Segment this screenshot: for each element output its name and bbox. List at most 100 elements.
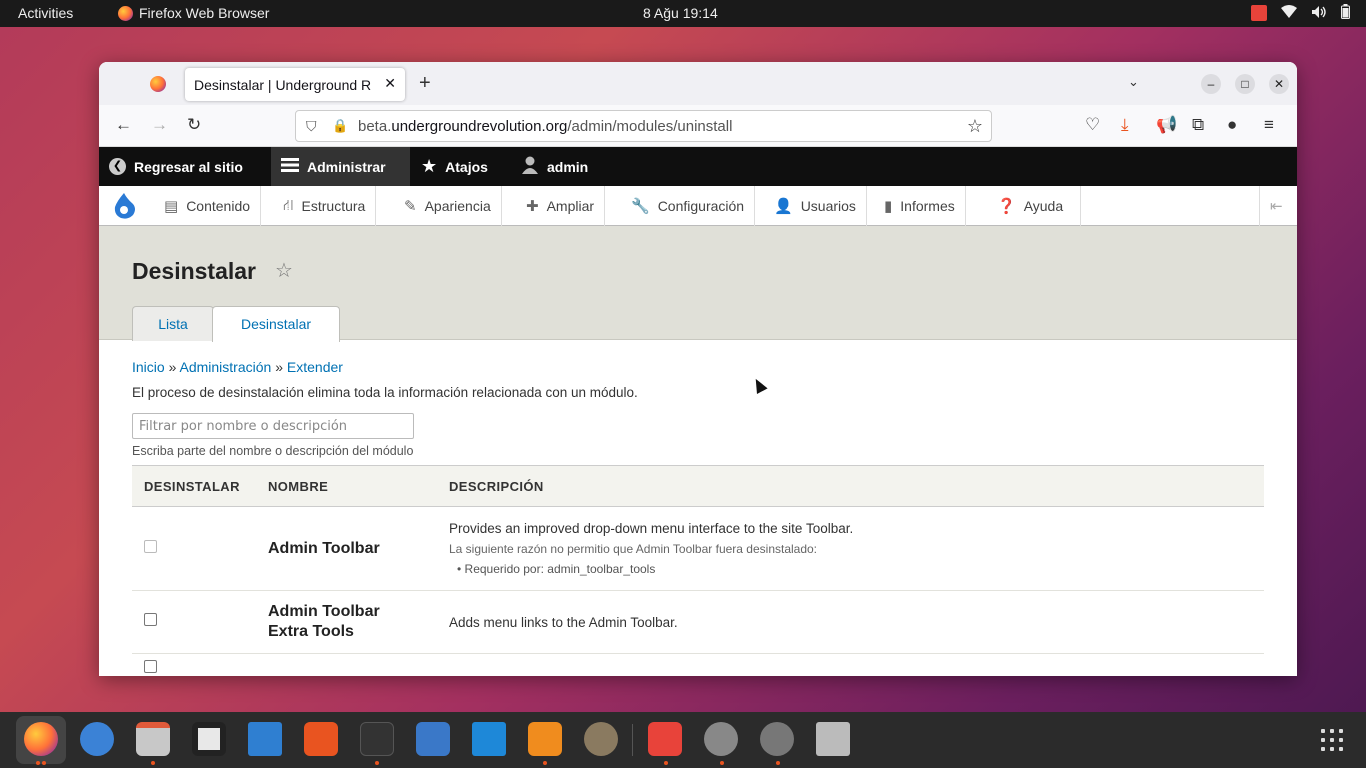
extensions-icon[interactable]: ⧉ — [1192, 115, 1204, 135]
system-tray[interactable] — [1251, 4, 1350, 22]
table-row: Admin Toolbar Extra Tools Adds menu link… — [132, 590, 1264, 654]
star-icon: ★ — [421, 156, 438, 176]
page-title: Desinstalar — [132, 258, 257, 284]
close-tab-icon[interactable]: ✕ — [384, 75, 396, 92]
add-shortcut-star-icon[interactable]: ☆ — [275, 258, 293, 283]
gimp-dock-icon[interactable] — [584, 722, 618, 756]
terminal-dock-icon[interactable] — [360, 722, 394, 756]
menu-extend[interactable]: ✚ Ampliar — [516, 186, 606, 226]
shortcuts-tab[interactable]: ★ Atajos — [411, 147, 498, 186]
vscode-dock-icon[interactable] — [472, 722, 506, 756]
breadcrumb-extend[interactable]: Extender — [287, 359, 343, 375]
activities-button[interactable]: Activities — [18, 5, 73, 21]
tab-bar: Desinstalar | Underground R ✕ + ⌄ – □ ✕ — [99, 62, 1297, 105]
menu-configuration[interactable]: 🔧 Configuración — [621, 186, 756, 226]
forward-arrow-icon[interactable]: → — [151, 115, 168, 135]
manage-tab[interactable]: Administrar — [271, 147, 410, 186]
back-arrow-icon[interactable]: ← — [115, 115, 132, 135]
anydesk-dock-icon[interactable] — [648, 722, 682, 756]
trash-dock-icon[interactable] — [816, 722, 850, 756]
menu-content-label: Contenido — [186, 198, 251, 214]
module-description: Provides an improved drop-down menu inte… — [449, 521, 854, 536]
running-indicator — [42, 761, 46, 765]
show-applications-icon[interactable] — [1321, 729, 1343, 751]
drupal-logo[interactable] — [99, 186, 151, 226]
tab-desinstalar[interactable]: Desinstalar | Underground R ✕ — [185, 68, 405, 101]
firefox-view-icon[interactable] — [150, 76, 166, 92]
bookmark-star-icon[interactable]: ☆ — [967, 116, 983, 137]
running-indicator — [36, 761, 40, 765]
menu-structure[interactable]: ⛙ Estructura — [273, 186, 377, 226]
reload-icon[interactable]: ↻ — [187, 115, 201, 135]
admin-menu-tray: ▤ Contenido ⛙ Estructura ✎ Apariencia ✚ Ampl… — [99, 186, 1297, 226]
running-indicator — [543, 761, 547, 765]
software-updater-dock-icon[interactable] — [760, 722, 794, 756]
menu-configuration-label: Configuración — [657, 198, 745, 214]
system-monitor-dock-icon[interactable] — [416, 722, 450, 756]
module-name-line1: Admin Toolbar — [268, 603, 380, 620]
table-row — [132, 653, 1264, 676]
minimize-button[interactable]: – — [1201, 74, 1221, 94]
menu-structure-label: Estructura — [301, 198, 366, 214]
url-bar[interactable]: ⛉ 🔒 beta.undergroundrevolution.org/admin… — [295, 110, 992, 142]
uninstall-checkbox[interactable] — [144, 659, 157, 673]
running-indicator — [720, 761, 724, 765]
menu-help-label: Ayuda — [1023, 198, 1064, 214]
settings-dock-icon[interactable] — [704, 722, 738, 756]
page-header: Desinstalar ☆ Lista Desinstalar — [99, 226, 1297, 342]
shield-icon[interactable]: ⛉ — [306, 118, 317, 135]
maximize-button[interactable]: □ — [1235, 74, 1255, 94]
menu-help[interactable]: ❓ Ayuda — [987, 186, 1081, 226]
thunderbird-dock-icon[interactable] — [80, 722, 114, 756]
manage-label: Administrar — [307, 158, 386, 175]
document-icon: ▤ — [164, 198, 179, 215]
firefox-dock-icon[interactable] — [24, 722, 58, 756]
menu-icon[interactable]: ≡ — [1264, 115, 1274, 135]
anydesk-tray-icon[interactable] — [1251, 5, 1267, 21]
new-tab-button[interactable]: + — [419, 72, 431, 95]
running-indicator — [375, 761, 379, 765]
back-to-site-label: Regresar al sitio — [134, 158, 243, 175]
menu-reports[interactable]: ▮ Informes — [874, 186, 966, 226]
drupal-toolbar: ❮ Regresar al sitio Administrar ★ Atajos… — [99, 147, 1297, 186]
wrench-icon: 🔧 — [631, 198, 650, 215]
list-all-tabs-icon[interactable]: ⌄ — [1128, 74, 1139, 90]
collapse-icon: ⇤ — [1270, 198, 1283, 215]
filter-input[interactable] — [132, 413, 414, 439]
header-uninstall: DESINSTALAR — [132, 465, 256, 507]
tab-uninstall[interactable]: Desinstalar — [212, 306, 340, 342]
clock[interactable]: 8 Ağu 19:14 — [643, 5, 718, 21]
name-cell: Admin Toolbar Extra Tools — [256, 590, 437, 654]
account-icon[interactable]: ● — [1227, 115, 1237, 135]
breadcrumb-administration[interactable]: Administración — [180, 359, 272, 375]
battery-icon — [1341, 4, 1350, 22]
uninstall-checkbox[interactable] — [144, 539, 157, 553]
libreoffice-writer-dock-icon[interactable] — [248, 722, 282, 756]
sublime-text-dock-icon[interactable] — [528, 722, 562, 756]
uninstall-checkbox[interactable] — [144, 613, 157, 626]
lock-icon[interactable]: 🔒 — [332, 118, 348, 134]
breadcrumb-home[interactable]: Inicio — [132, 359, 165, 375]
breadcrumb-separator: » — [168, 359, 177, 375]
files-dock-icon[interactable] — [136, 722, 170, 756]
shortcuts-label: Atajos — [445, 158, 488, 175]
pocket-icon[interactable]: ♡ — [1085, 115, 1100, 135]
menu-people[interactable]: 👤 Usuarios — [764, 186, 867, 226]
menu-content[interactable]: ▤ Contenido — [154, 186, 262, 226]
back-to-site-link[interactable]: ❮ Regresar al sitio — [99, 147, 253, 186]
software-store-dock-icon[interactable] — [304, 722, 338, 756]
megaphone-icon[interactable]: 📢 — [1156, 115, 1177, 135]
intro-text: El proceso de desinstalación elimina tod… — [132, 385, 638, 400]
tab-list[interactable]: Lista — [132, 306, 214, 341]
checkbox-cell — [132, 506, 256, 591]
rhythmbox-dock-icon[interactable] — [192, 722, 226, 756]
downloads-icon[interactable]: ⤓ — [1121, 115, 1129, 135]
tray-orientation-toggle[interactable]: ⇤ — [1259, 186, 1293, 226]
running-indicator — [151, 761, 155, 765]
user-tab[interactable]: admin — [511, 147, 598, 186]
menu-appearance[interactable]: ✎ Apariencia — [394, 186, 502, 226]
description-cell: Adds menu links to the Admin Toolbar. — [437, 590, 1264, 654]
close-window-button[interactable]: ✕ — [1269, 74, 1289, 94]
menu-reports-label: Informes — [900, 198, 955, 214]
app-menu[interactable]: Firefox Web Browser — [118, 5, 269, 21]
